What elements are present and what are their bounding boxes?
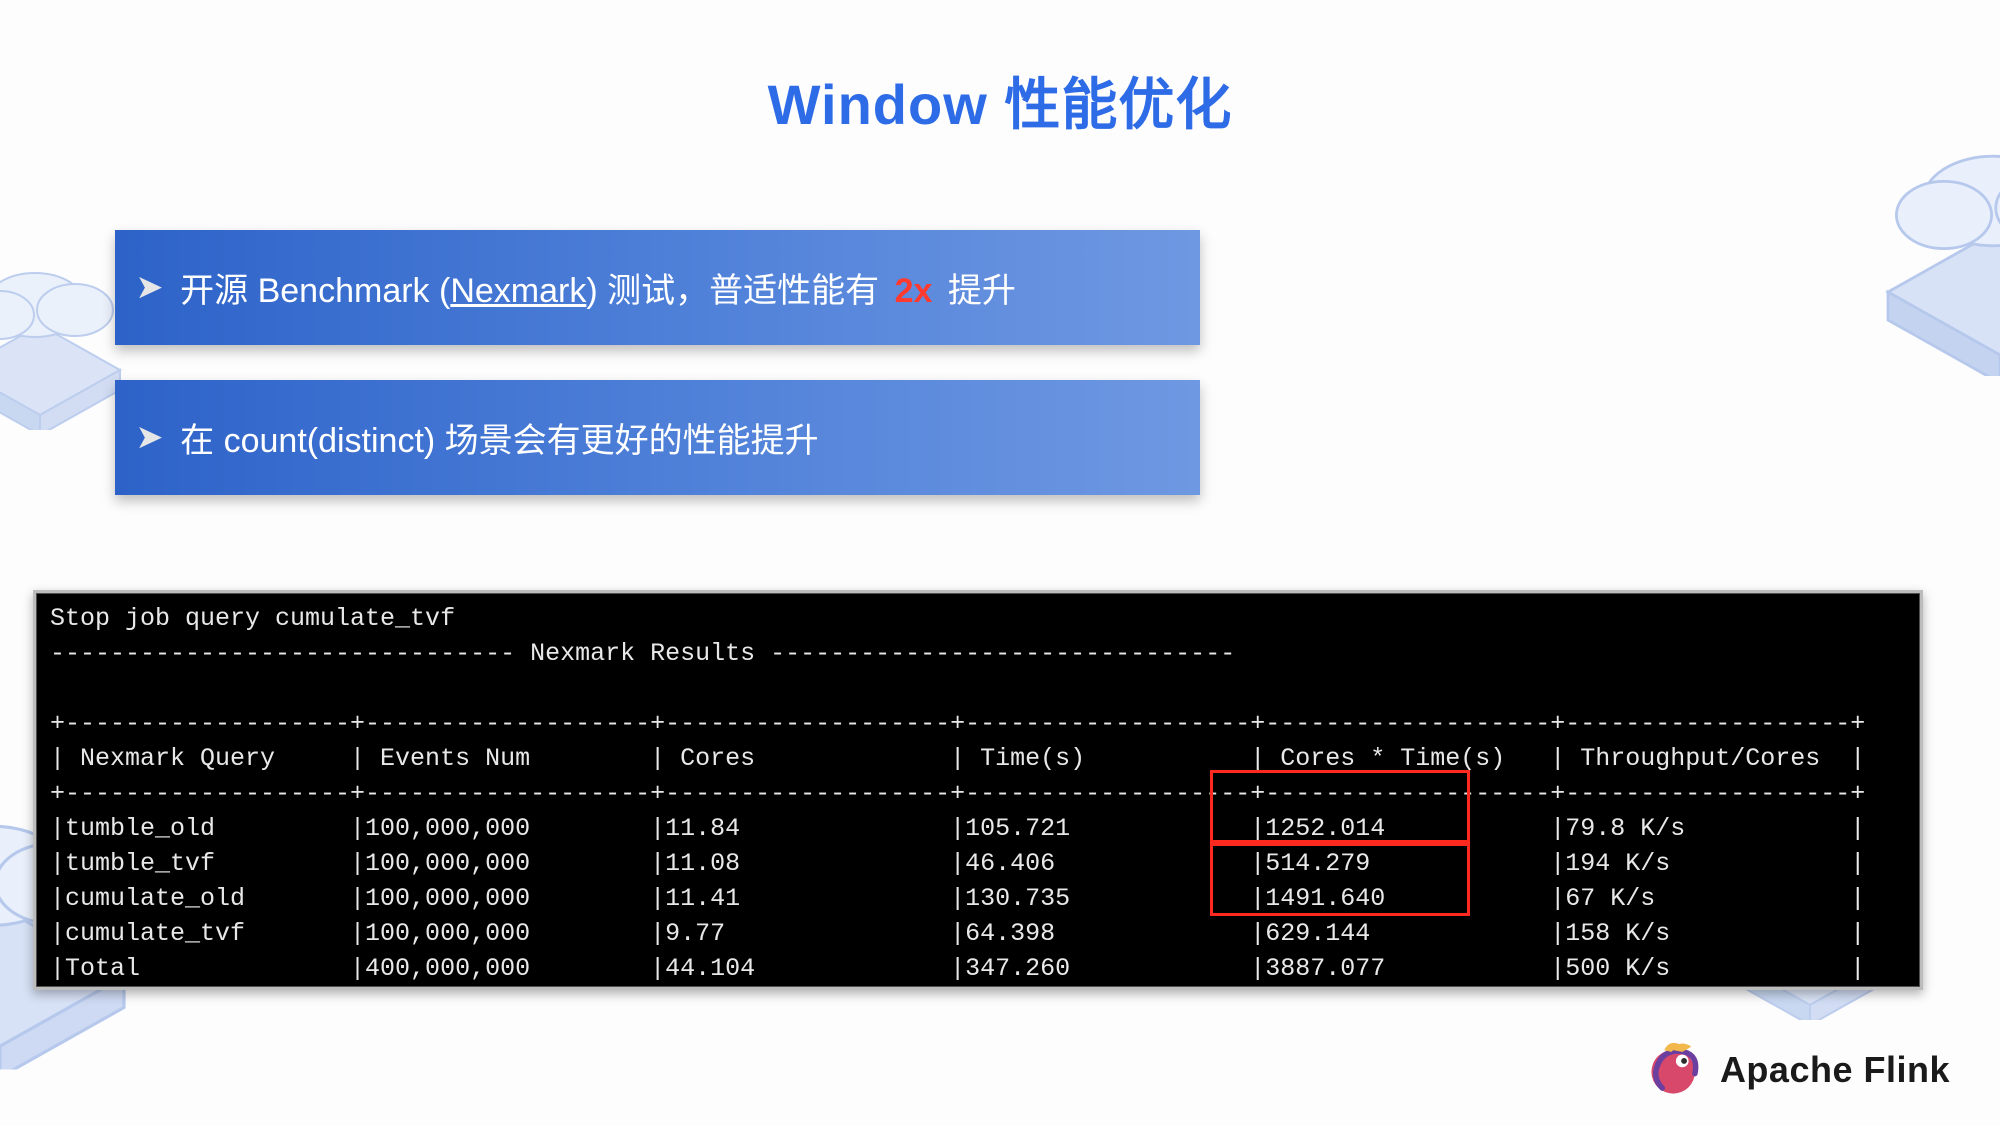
callout-text: 开源 Benchmark (Nexmark) 测试，普适性能有 2x 提升 [180,263,1016,312]
cloud-decor-right [1846,124,2000,376]
highlight-2x: 2x [895,272,933,310]
text-mid: ) 测试，普适性能有 [586,272,888,310]
slide-title: Window 性能优化 [0,60,2000,141]
text-suffix: 提升 [938,272,1015,310]
bullet-icon: ➤ [137,270,162,305]
nexmark-link[interactable]: Nexmark [450,272,586,310]
terminal-output: Stop job query cumulate_tvf ------------… [33,590,1923,990]
callout-text: 在 count(distinct) 场景会有更好的性能提升 [180,413,819,462]
text-prefix: 开源 Benchmark ( [180,272,450,310]
callout-count-distinct: ➤ 在 count(distinct) 场景会有更好的性能提升 [115,380,1200,495]
footer-brand: Apache Flink [1720,1049,1950,1091]
callout-benchmark: ➤ 开源 Benchmark (Nexmark) 测试，普适性能有 2x 提升 [115,230,1200,345]
flink-logo-icon [1646,1041,1704,1099]
footer: Apache Flink [1646,1041,1950,1099]
bullet-icon: ➤ [137,420,162,455]
